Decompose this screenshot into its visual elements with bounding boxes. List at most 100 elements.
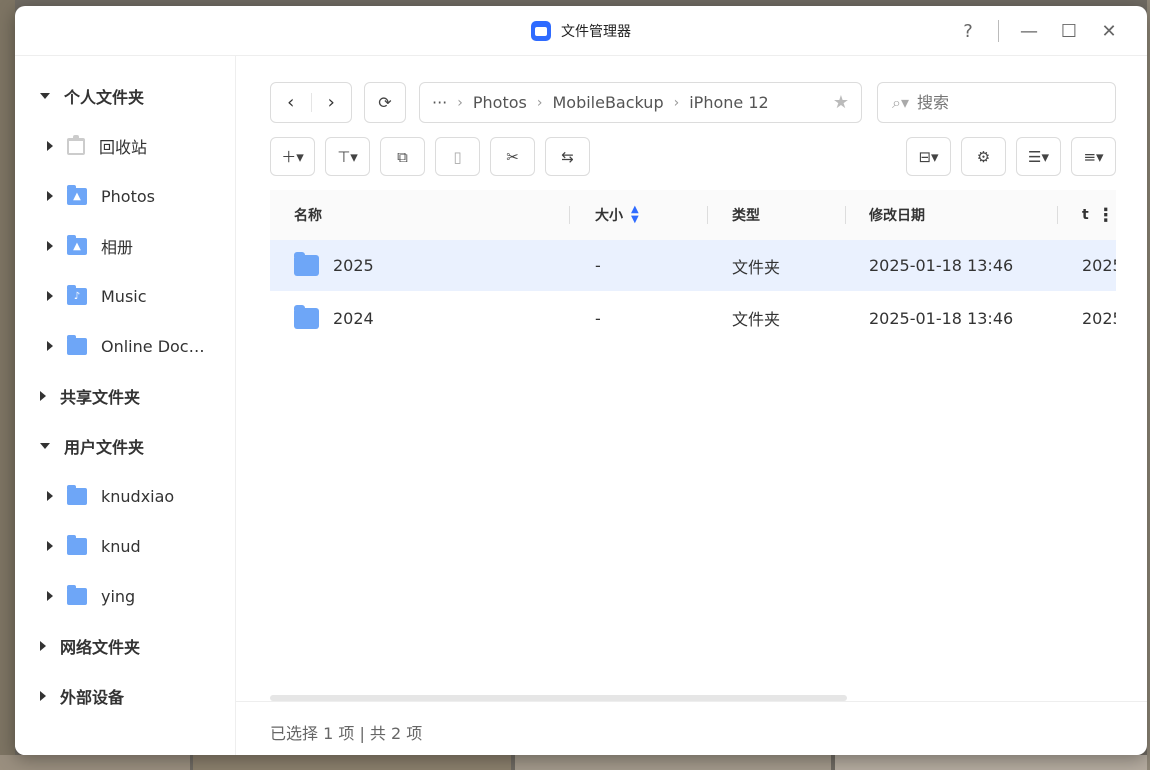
plus-dropdown-icon: ＋▾: [281, 148, 304, 166]
table-row[interactable]: 2024 - 文件夹 2025-01-18 13:46 2025: [270, 291, 1116, 345]
collapsed-caret-icon[interactable]: [47, 341, 53, 351]
chevron-right-icon: ›: [457, 94, 463, 111]
collapsed-caret-icon[interactable]: [47, 591, 53, 601]
sidebar-item-personal-folders[interactable]: 个人文件夹: [15, 71, 235, 121]
column-header-size[interactable]: 大小 ▲ ▼: [595, 190, 708, 240]
sidebar-item-network-folders[interactable]: 网络文件夹: [15, 621, 235, 671]
photo-folder-icon: ▲: [67, 184, 87, 205]
sidebar-item-ying[interactable]: ying: [15, 571, 235, 621]
sort-ascending-icon: ▲ ▼: [631, 204, 639, 225]
refresh-button[interactable]: ⟳: [364, 82, 406, 123]
sort-dropdown-icon: ≡▾: [1083, 147, 1104, 166]
row-extra: 2025: [1082, 256, 1116, 275]
table-row[interactable]: 2025 - 文件夹 2025-01-18 13:46 2025: [270, 240, 1116, 291]
upload-dropdown-icon: ⊤▾: [337, 147, 358, 166]
row-type: 文件夹: [732, 310, 781, 329]
sidebar-item-external-devices[interactable]: 外部设备: [15, 671, 235, 721]
new-button[interactable]: ＋▾: [270, 137, 315, 176]
breadcrumb-item-mobilebackup[interactable]: MobileBackup: [552, 93, 663, 112]
column-header-modified[interactable]: 修改日期: [869, 190, 1058, 240]
main-pane: ‹ › ⟳ ··· › Photos › MobileBackup › iPho…: [236, 56, 1147, 755]
back-button[interactable]: ‹: [271, 83, 311, 122]
window-title: 文件管理器: [561, 23, 631, 40]
row-size: -: [595, 256, 601, 275]
app-title: 文件管理器: [531, 20, 631, 41]
settings-button[interactable]: ⚙: [961, 137, 1006, 176]
column-header-name[interactable]: 名称: [294, 190, 570, 240]
copy-button[interactable]: ⧉: [380, 137, 425, 176]
forward-button[interactable]: ›: [312, 83, 352, 122]
collapsed-caret-icon[interactable]: [47, 291, 53, 301]
move-button[interactable]: ⇆: [545, 137, 590, 176]
view-mode-button[interactable]: ☰▾: [1016, 137, 1061, 176]
chevron-right-icon: ›: [536, 94, 543, 111]
table-header: 名称 大小 ▲ ▼ 类型 修改日期 t ⋮: [270, 190, 1116, 240]
collapsed-caret-icon[interactable]: [47, 141, 53, 151]
collapsed-caret-icon[interactable]: [40, 641, 46, 651]
breadcrumb-more-button[interactable]: ···: [432, 93, 447, 112]
sidebar-item-knud[interactable]: knud: [15, 521, 235, 571]
row-size: -: [595, 308, 601, 328]
breadcrumb: ··· › Photos › MobileBackup › iPhone 12 …: [419, 82, 862, 123]
column-header-extra[interactable]: t ⋮: [1082, 190, 1115, 240]
file-table: 名称 大小 ▲ ▼ 类型 修改日期 t ⋮ 2025 - 文件夹 2025-01-18…: [270, 190, 1116, 345]
folder-icon: [67, 584, 87, 605]
paste-icon: ▯: [453, 147, 462, 166]
trash-icon: [67, 134, 85, 155]
more-vertical-icon[interactable]: ⋮: [1097, 205, 1115, 226]
expanded-caret-icon[interactable]: [40, 443, 50, 449]
collapsed-caret-icon[interactable]: [40, 391, 46, 401]
folder-icon: [67, 334, 87, 355]
folder-icon: [294, 304, 319, 329]
list-view-dropdown-icon: ☰▾: [1028, 147, 1049, 166]
sidebar-item-album[interactable]: ▲ 相册: [15, 221, 235, 271]
controls-separator: [998, 20, 999, 42]
folder-icon: [67, 484, 87, 505]
move-icon: ⇆: [561, 147, 574, 166]
toolbox-button[interactable]: ⊟▾: [906, 137, 951, 176]
cut-button[interactable]: ✂: [490, 137, 535, 176]
sort-button[interactable]: ≡▾: [1071, 137, 1116, 176]
expanded-caret-icon[interactable]: [40, 93, 50, 99]
upload-button[interactable]: ⊤▾: [325, 137, 370, 176]
collapsed-caret-icon[interactable]: [47, 541, 53, 551]
sidebar-item-online-docs[interactable]: Online Doc…: [15, 321, 235, 371]
collapsed-caret-icon[interactable]: [47, 491, 53, 501]
status-bar: 已选择 1 项 | 共 2 项: [236, 701, 1147, 755]
scissors-icon: ✂: [506, 147, 519, 166]
sidebar: 个人文件夹 回收站 ▲ Photos ▲ 相册 ♪ Music Online Doc……: [15, 56, 236, 755]
photo-folder-icon: ▲: [67, 234, 87, 255]
help-button[interactable]: ?: [948, 21, 988, 42]
minimize-button[interactable]: —: [1009, 21, 1049, 42]
search-icon[interactable]: ⌕▾: [892, 93, 909, 113]
sidebar-item-user-folders[interactable]: 用户文件夹: [15, 421, 235, 471]
breadcrumb-item-iphone12[interactable]: iPhone 12: [689, 93, 768, 112]
sidebar-item-knudxiao[interactable]: knudxiao: [15, 471, 235, 521]
favorite-star-icon[interactable]: ★: [833, 92, 849, 113]
paste-button[interactable]: ▯: [435, 137, 480, 176]
sidebar-item-shared-folders[interactable]: 共享文件夹: [15, 371, 235, 421]
breadcrumb-item-photos[interactable]: Photos: [473, 93, 527, 112]
row-modified: 2025-01-18 13:46: [869, 256, 1014, 275]
collapsed-caret-icon[interactable]: [47, 241, 53, 251]
maximize-button[interactable]: ☐: [1049, 21, 1089, 42]
window-controls: ? — ☐ ✕: [948, 6, 1129, 56]
sidebar-item-music[interactable]: ♪ Music: [15, 271, 235, 321]
folder-icon: [294, 252, 319, 276]
file-manager-app-icon: [531, 20, 551, 41]
file-manager-window: 文件管理器 ? — ☐ ✕ 个人文件夹 回收站 ▲ Photos ▲ 相册 ♪ Mus…: [15, 6, 1147, 755]
copy-icon: ⧉: [397, 147, 408, 166]
sidebar-item-recycle-bin[interactable]: 回收站: [15, 121, 235, 171]
briefcase-dropdown-icon: ⊟▾: [918, 147, 939, 166]
gear-icon: ⚙: [976, 147, 991, 166]
refresh-icon: ⟳: [378, 93, 392, 112]
collapsed-caret-icon[interactable]: [40, 691, 46, 701]
collapsed-caret-icon[interactable]: [47, 191, 53, 201]
music-folder-icon: ♪: [67, 284, 87, 305]
sidebar-item-photos[interactable]: ▲ Photos: [15, 171, 235, 221]
row-type: 文件夹: [732, 257, 781, 277]
column-header-type[interactable]: 类型: [732, 190, 846, 240]
close-button[interactable]: ✕: [1089, 21, 1129, 42]
chevron-right-icon: ›: [673, 94, 680, 111]
search-input[interactable]: [917, 93, 1067, 112]
